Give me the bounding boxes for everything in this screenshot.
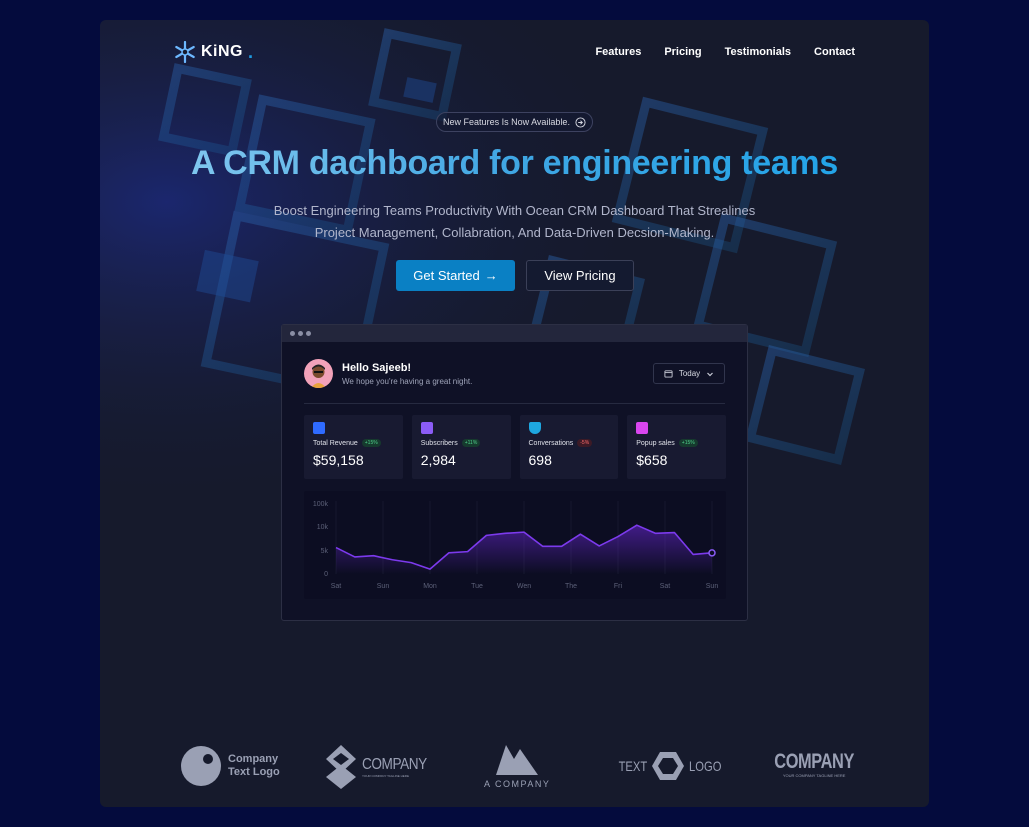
company-diamond-text: COMPANY	[362, 756, 427, 773]
company-logo-line-1: Company	[228, 753, 279, 765]
company-logo-line-2: Text Logo	[228, 766, 280, 778]
chevron-down-icon	[707, 372, 714, 376]
company-diamond-logo: COMPANY YOUR COMPANY TAGLINE HERE	[326, 745, 438, 789]
greeting-subtitle: We hope you're having a great night.	[342, 376, 473, 386]
y-tick-label: 10k	[317, 524, 329, 531]
text-logo-hex: TEXT LOGO	[615, 752, 725, 780]
x-tick-label: Fri	[614, 583, 623, 590]
diamond-logo-icon	[326, 745, 356, 789]
view-pricing-button[interactable]: View Pricing	[526, 260, 634, 291]
a-company-logo: A COMPANY	[484, 745, 550, 789]
shield-icon	[528, 422, 541, 434]
stat-delta-badge: +11%	[461, 439, 481, 447]
hero-title-text: A CRM dachboard for engineering teams	[191, 144, 838, 182]
dashboard-preview: Hello Sajeeb! We hope you're having a gr…	[281, 324, 748, 621]
top-nav: KiNG. Features Pricing Testimonials Cont…	[174, 36, 855, 68]
get-started-label: Get Started	[413, 268, 480, 283]
company-text-logo: Company Text Logo	[180, 745, 280, 787]
chart-point-marker[interactable]	[708, 549, 716, 557]
stat-card-conversations[interactable]: Conversations -5% 698	[519, 415, 619, 479]
stat-delta-badge: +15%	[361, 439, 381, 447]
y-tick-label: 0	[324, 571, 328, 578]
nav-link-testimonials[interactable]: Testimonials	[725, 46, 791, 58]
a-company-text: A COMPANY	[484, 779, 551, 789]
window-dot-icon	[306, 331, 311, 336]
x-tick-label: Sun	[377, 583, 390, 590]
x-tick-label: Wen	[517, 583, 531, 590]
company-bold-logo: COMPANY YOUR COMPANY TAGLINE HERE	[763, 751, 865, 778]
date-filter-dropdown[interactable]: Today	[653, 363, 725, 384]
text-logo-left: TEXT	[618, 758, 648, 774]
hero-subtitle-line-1: Boost Engineering Teams Productivity Wit…	[273, 203, 756, 218]
avatar[interactable]	[304, 359, 333, 388]
stat-value: 698	[528, 452, 552, 468]
arrow-right-icon: →	[484, 268, 498, 283]
x-tick-label: Mon	[423, 583, 437, 590]
circle-logo-icon	[181, 746, 221, 786]
nav-link-features[interactable]: Features	[595, 46, 641, 58]
stat-label: Conversations	[528, 439, 574, 447]
x-tick-label: The	[565, 583, 577, 590]
hero-title: A CRM dachboard for engineering teams	[100, 144, 929, 183]
company-bold-tagline: YOUR COMPANY TAGLINE HERE	[782, 773, 846, 778]
greeting-block: Hello Sajeeb! We hope you're having a gr…	[304, 359, 472, 388]
stat-label: Total Revenue	[313, 439, 358, 447]
stat-value: $59,158	[313, 452, 364, 468]
brand-logo[interactable]: KiNG.	[174, 41, 253, 63]
stat-delta-badge: +15%	[678, 439, 698, 447]
company-diamond-tagline: YOUR COMPANY TAGLINE HERE	[362, 774, 409, 778]
x-tick-label: Tue	[471, 583, 483, 590]
y-tick-label: 100k	[313, 501, 329, 508]
stat-label: Popup sales	[636, 439, 675, 447]
date-filter-label: Today	[678, 369, 701, 378]
activity-chart-svg: 100k10k5k0Sat Sun Mon Tue Wen The Fri Sat Sun	[313, 501, 719, 590]
text-logo-right: LOGO	[688, 758, 722, 774]
badge-text: New Features Is Now Available.	[443, 117, 570, 127]
x-tick-label: Sat	[660, 583, 671, 590]
partner-logos: Company Text Logo COMPANY YOUR COMPANY T…	[100, 737, 929, 797]
landing-page: KiNG. Features Pricing Testimonials Cont…	[100, 20, 929, 807]
nav-link-contact[interactable]: Contact	[814, 46, 855, 58]
brand-dot: .	[248, 41, 254, 62]
trend-chart-icon	[313, 422, 325, 434]
calendar-icon	[664, 370, 673, 378]
brand-name: KiNG	[201, 43, 243, 60]
greeting-title: Hello Sajeeb!	[342, 361, 412, 374]
divider	[304, 403, 725, 404]
bar-chart-icon	[636, 422, 649, 434]
window-titlebar	[282, 325, 747, 342]
x-tick-label: Sat	[331, 583, 342, 590]
stat-value: 2,984	[420, 452, 456, 468]
stat-value: $658	[636, 452, 668, 468]
snowflake-icon	[175, 41, 195, 63]
new-features-badge[interactable]: New Features Is Now Available.	[436, 112, 593, 132]
arrow-circle-icon	[575, 116, 586, 128]
stat-card-popup-sales[interactable]: Popup sales +15% $658	[627, 415, 726, 479]
hero-subtitle: Boost Engineering Teams Productivity Wit…	[100, 200, 929, 244]
stat-card-subscribers[interactable]: Subscribers +11% 2,984	[411, 415, 511, 479]
hero-subtitle-line-2: Project Management, Collabration, And Da…	[314, 225, 715, 240]
document-icon	[420, 422, 433, 434]
x-tick-label: Sun	[706, 583, 719, 590]
nav-links: Features Pricing Testimonials Contact	[595, 46, 855, 58]
triangle-logo-icon	[496, 745, 539, 775]
stat-delta-badge: -5%	[577, 439, 593, 447]
window-dot-icon	[290, 331, 295, 336]
stat-label: Subscribers	[420, 439, 458, 447]
window-dot-icon	[298, 331, 303, 336]
avatar-face-icon	[311, 364, 326, 388]
get-started-button[interactable]: Get Started →	[396, 260, 515, 291]
hexagon-logo-icon	[651, 752, 684, 780]
activity-chart: 100k 10k 5k 0 Sat Sun Mon Tue Wen The Fri Sat Sun	[304, 491, 726, 599]
y-tick-label: 5k	[321, 548, 329, 555]
nav-link-pricing[interactable]: Pricing	[664, 46, 701, 58]
stat-card-total-revenue[interactable]: Total Revenue +15% $59,158	[304, 415, 403, 479]
company-bold-text: COMPANY	[774, 750, 855, 773]
stats-row: Total Revenue +15% $59,158 Subscribers +…	[304, 415, 726, 479]
